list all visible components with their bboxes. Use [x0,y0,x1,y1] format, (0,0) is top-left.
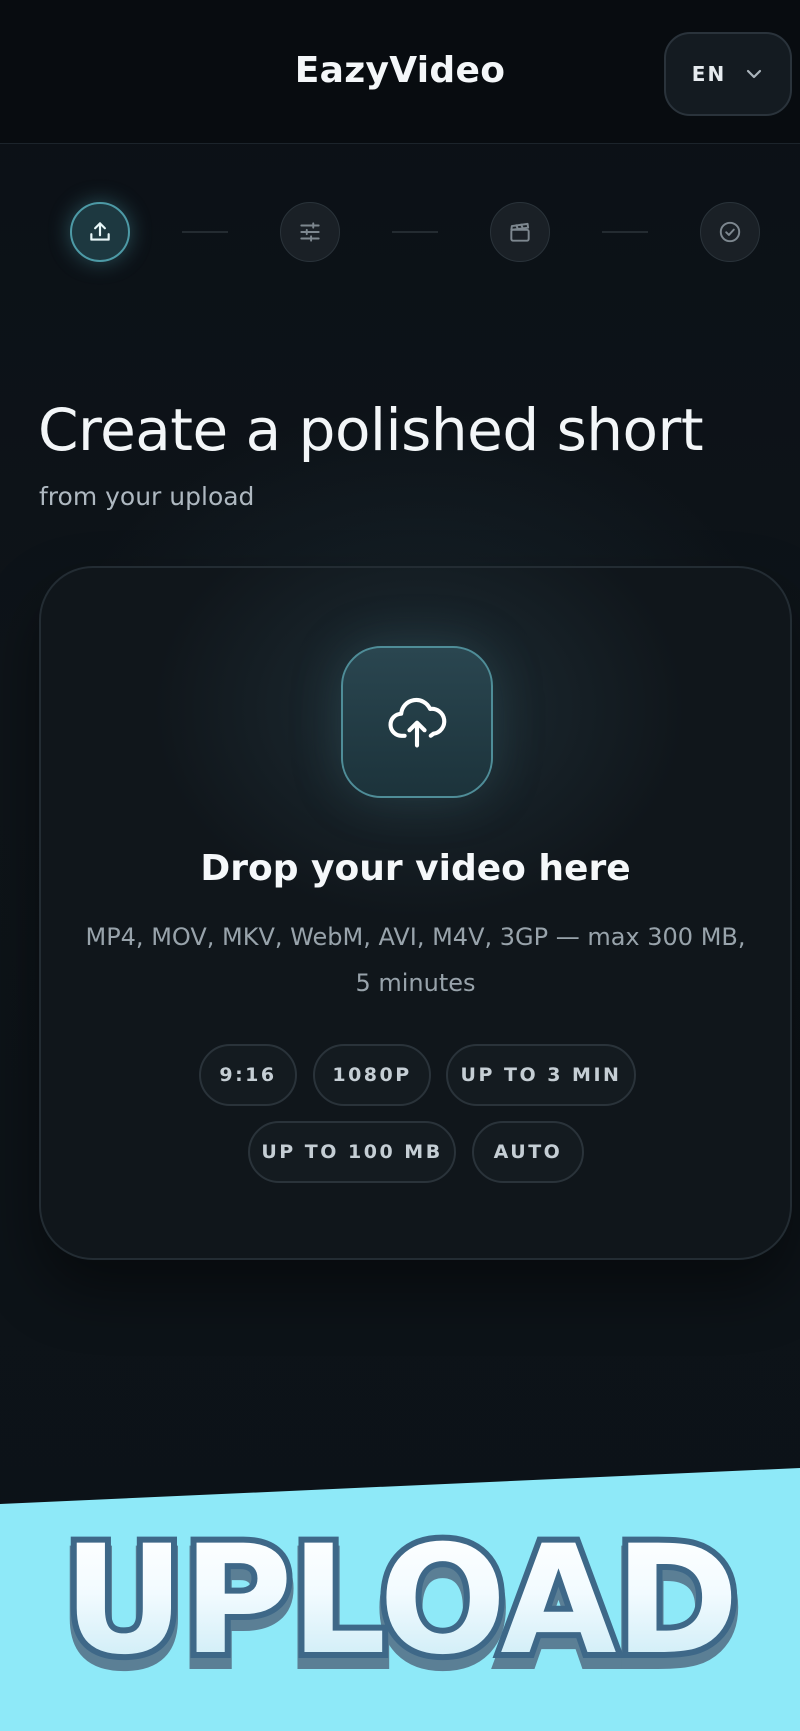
step-render[interactable] [490,202,550,262]
check-circle-icon [719,221,741,243]
cloud-upload-icon [388,697,447,748]
upload-icon [90,222,110,241]
page-title: Create a polished short [38,396,704,464]
step-done[interactable] [700,202,760,262]
app-screen: EazyVideo EN Create a polished short fro… [0,0,800,1731]
chip-auto: AUTO [472,1121,584,1183]
step-upload[interactable] [70,202,130,262]
banner-label-text: UPLOAD [0,1526,800,1676]
chip-resolution: 1080P [313,1044,431,1106]
chevron-down-icon [747,69,762,79]
step-connector [392,231,438,233]
step-connector [182,231,228,233]
upload-button[interactable] [341,646,493,798]
chip-file-size: UP TO 100 MB [248,1121,456,1183]
video-dropzone[interactable]: Drop your video here MP4, MOV, MKV, WebM… [39,566,792,1260]
page-subtitle: from your upload [39,482,255,511]
step-connector [602,231,648,233]
clapperboard-icon [510,222,530,242]
chip-duration: UP TO 3 MIN [446,1044,636,1106]
dropzone-title: Drop your video here [200,848,631,889]
language-selector[interactable]: EN [664,32,792,116]
chip-aspect-ratio: 9:16 [199,1044,297,1106]
language-code: EN [691,62,727,86]
step-settings[interactable] [280,202,340,262]
sliders-icon [300,222,320,242]
app-header: EazyVideo EN [0,0,800,144]
dropzone-description: MP4, MOV, MKV, WebM, AVI, M4V, 3GP — max… [85,923,746,997]
banner-label: UPLOAD UPLOAD UPLOAD [0,1520,800,1693]
